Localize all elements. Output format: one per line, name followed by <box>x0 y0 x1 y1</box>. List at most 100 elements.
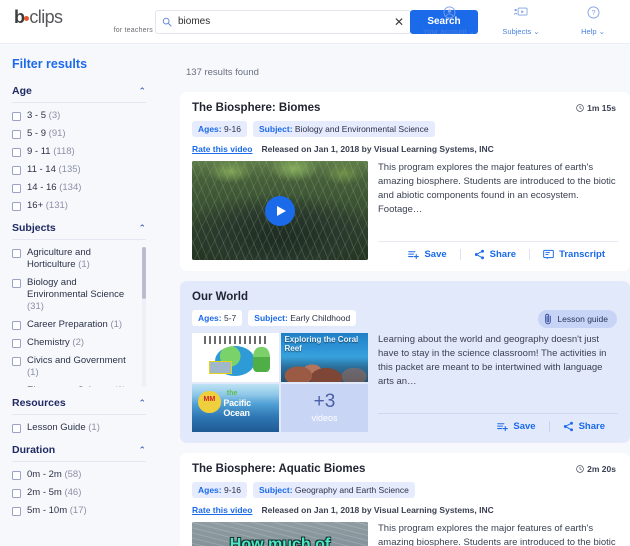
filter-option[interactable]: Chemistry (2) <box>12 337 138 349</box>
video-thumbnail[interactable]: How much of <box>192 522 368 546</box>
checkbox[interactable] <box>12 356 21 366</box>
rate-this-video-link[interactable]: Rate this video <box>192 505 252 515</box>
release-info: Released on Jan 1, 2018 by Visual Learni… <box>261 505 494 515</box>
character-art <box>252 346 271 372</box>
filter-option[interactable]: Elementary Science (6) <box>12 385 138 387</box>
checkbox[interactable] <box>12 111 21 121</box>
checkbox[interactable] <box>12 129 21 139</box>
filter-option[interactable]: 5 - 9 (91) <box>12 128 146 140</box>
facet-resources-header[interactable]: Resources ⌃ <box>12 397 146 415</box>
save-label: Save <box>424 249 447 260</box>
facet-subjects-label: Subjects <box>12 222 56 234</box>
facet-age-header[interactable]: Age ⌃ <box>12 85 146 103</box>
logo-text-bo: b <box>14 7 25 27</box>
share-button[interactable]: Share <box>548 421 618 432</box>
save-button[interactable]: Save <box>484 421 548 432</box>
checkbox[interactable] <box>12 506 21 516</box>
collection-thumbnails[interactable]: Exploring the Coral Reef MM the Pacific … <box>192 333 368 432</box>
option-count: (118) <box>53 146 75 157</box>
chevron-up-icon[interactable]: ⌃ <box>138 445 146 455</box>
share-button[interactable]: Share <box>459 249 529 260</box>
search-input[interactable] <box>178 16 388 27</box>
video-description: This program explores the major features… <box>378 162 616 215</box>
checkbox[interactable] <box>12 338 21 348</box>
more-videos-label: videos <box>311 413 338 424</box>
option-count: (31) <box>27 301 44 312</box>
option-count: (134) <box>59 182 82 193</box>
save-button[interactable]: Save <box>395 249 459 260</box>
collection-thumb-3[interactable]: MM the Pacific Ocean <box>192 383 279 432</box>
logo[interactable]: b clips for teachers <box>0 7 155 34</box>
paperclip-icon <box>544 313 553 325</box>
facet-subjects-header[interactable]: Subjects ⌃ <box>12 222 146 240</box>
chevron-up-icon[interactable]: ⌃ <box>138 223 146 233</box>
video-meta: Rate this video Released on Jan 1, 2018 … <box>192 505 618 515</box>
video-result-card[interactable]: The Biosphere: Aquatic Biomes 2m 20s Age… <box>180 453 630 546</box>
option-count: (1) <box>78 259 90 270</box>
collection-thumb-1[interactable] <box>192 333 279 382</box>
filter-option[interactable]: 16+ (131) <box>12 200 146 212</box>
option-label: 5m - 10m <box>27 505 68 516</box>
chevron-up-icon[interactable]: ⌃ <box>138 398 146 408</box>
collection-thumb-2[interactable]: Exploring the Coral Reef <box>281 333 368 382</box>
collection-result-card[interactable]: Our World Ages: 5-7 Subject: Early Child… <box>180 281 630 443</box>
search-bar[interactable]: ✕ <box>155 9 411 34</box>
help-icon: ? <box>564 4 622 21</box>
checkbox[interactable] <box>12 147 21 157</box>
checkbox[interactable] <box>12 488 21 498</box>
filter-option[interactable]: 14 - 16 (134) <box>12 182 146 194</box>
svg-text:?: ? <box>591 9 595 17</box>
video-result-card[interactable]: The Biosphere: Biomes 1m 15s Ages: 9-16 … <box>180 92 630 271</box>
app-header: bclips for teachers ✕ Search Your accoun… <box>0 0 630 44</box>
subject-badge: Subject: Geography and Earth Science <box>253 482 415 498</box>
ages-badge-label: Ages: <box>198 313 222 323</box>
filter-option[interactable]: Lesson Guide (1) <box>12 422 146 434</box>
header-nav: Your account ⌄ Subjects ⌄ ? Help ⌄ <box>420 4 622 39</box>
nav-subjects[interactable]: Subjects ⌄ <box>492 4 550 39</box>
facet-duration-header[interactable]: Duration ⌃ <box>12 444 146 462</box>
share-label: Share <box>578 421 605 432</box>
subjects-icon <box>492 4 550 21</box>
option-label: 5 - 9 <box>27 128 47 139</box>
more-videos-tile[interactable]: +3 videos <box>281 383 368 432</box>
filter-option[interactable]: Agriculture and Horticulture (1) <box>12 247 138 271</box>
filter-option[interactable]: 11 - 14 (135) <box>12 164 146 176</box>
video-thumbnail[interactable] <box>192 161 368 260</box>
checkbox[interactable] <box>12 423 21 433</box>
filter-option[interactable]: 2m - 5m (46) <box>12 487 146 499</box>
subject-badge: Subject: Biology and Environmental Scien… <box>253 121 435 137</box>
thumbnail-image: MM the Pacific Ocean <box>192 383 279 432</box>
video-title[interactable]: The Biosphere: Biomes <box>192 102 618 114</box>
nav-help[interactable]: ? Help ⌄ <box>564 4 622 39</box>
checkbox[interactable] <box>12 386 21 387</box>
transcript-button[interactable]: Transcript <box>529 249 618 260</box>
filter-option[interactable]: Biology and Environmental Science (31) <box>12 277 138 313</box>
video-body: How much of This program explores the ma… <box>192 522 618 546</box>
filter-option[interactable]: 5m - 10m (17) <box>12 505 146 517</box>
filter-option[interactable]: 3 - 5 (3) <box>12 110 146 122</box>
checkbox[interactable] <box>12 278 21 288</box>
checkbox[interactable] <box>12 320 21 330</box>
lesson-guide-badge[interactable]: Lesson guide <box>538 310 617 328</box>
filter-option[interactable]: 0m - 2m (58) <box>12 469 146 481</box>
checkbox[interactable] <box>12 183 21 193</box>
rate-this-video-link[interactable]: Rate this video <box>192 144 252 154</box>
clear-search-icon[interactable]: ✕ <box>388 11 410 33</box>
collection-title[interactable]: Our World <box>192 291 618 303</box>
chevron-up-icon[interactable]: ⌃ <box>138 86 146 96</box>
filter-option[interactable]: Career Preparation (1) <box>12 319 138 331</box>
logo-text-clips: clips <box>29 7 63 27</box>
collection-description: Learning about the world and geography d… <box>378 334 607 387</box>
checkbox[interactable] <box>12 165 21 175</box>
nav-your-account[interactable]: Your account ⌄ <box>420 4 478 39</box>
filter-option[interactable]: 9 - 11 (118) <box>12 146 146 158</box>
option-count: (1) <box>110 319 123 330</box>
checkbox[interactable] <box>12 201 21 211</box>
filter-option[interactable]: Civics and Government (1) <box>12 355 138 379</box>
checkbox[interactable] <box>12 248 21 258</box>
scrollbar-thumb[interactable] <box>142 247 146 299</box>
video-title[interactable]: The Biosphere: Aquatic Biomes <box>192 463 618 475</box>
checkbox[interactable] <box>12 470 21 480</box>
subjects-scroll-area[interactable]: Agriculture and Horticulture (1) Biology… <box>12 247 146 387</box>
play-button-icon[interactable] <box>265 195 295 226</box>
